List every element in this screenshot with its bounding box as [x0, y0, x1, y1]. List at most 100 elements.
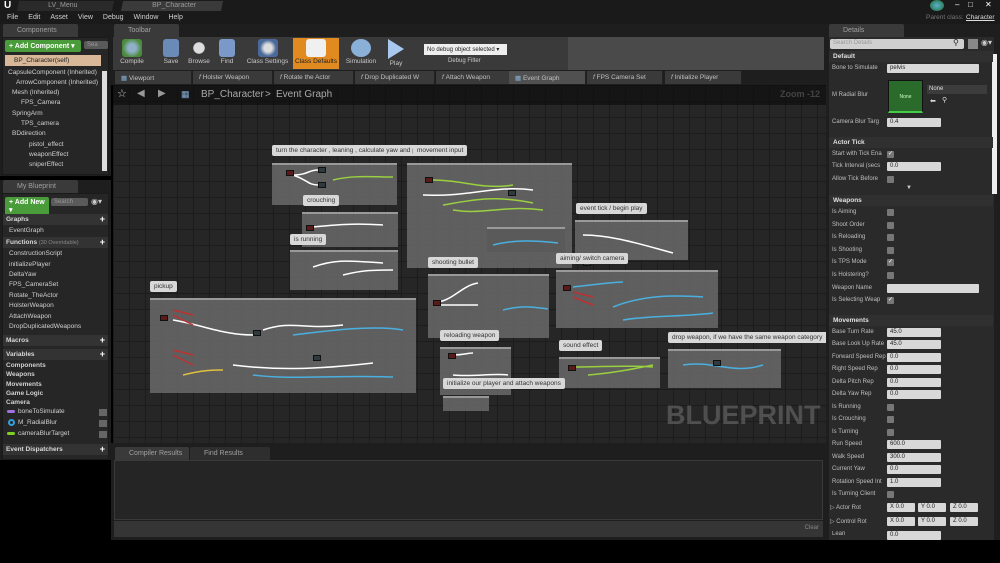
minimize-icon[interactable]: – [955, 0, 959, 9]
class-defaults-button[interactable]: Class Defaults [293, 38, 339, 69]
comment-label[interactable]: aiming/ switch camera [556, 253, 629, 264]
weapon-name-input[interactable] [887, 284, 979, 293]
source-control-icon[interactable] [930, 0, 944, 11]
window-tab-bp-character[interactable]: BP_Character [120, 1, 224, 11]
add-dispatcher-icon[interactable]: + [100, 445, 105, 454]
function-fps-cameraset[interactable]: FPS_CameraSet [9, 281, 58, 288]
tab-initialize-player[interactable]: f Initialize Player [665, 71, 742, 84]
is-tps-mode-checkbox[interactable]: ✓ [887, 259, 894, 266]
event-dispatchers-header[interactable]: Event Dispatchers + [3, 444, 108, 455]
control-rot-x[interactable]: X 0.0 [887, 517, 915, 526]
function-initialize-player[interactable]: initializePlayer [9, 261, 51, 268]
parent-class-link[interactable]: Character [966, 14, 995, 21]
debug-object-select[interactable]: No debug object selected ▾ [424, 44, 507, 55]
graph-node[interactable] [563, 285, 571, 291]
grid-view-icon[interactable] [968, 39, 978, 49]
right-speed-input[interactable]: 0.0 [887, 365, 941, 374]
tab-rotate-the-actor[interactable]: f Rotate the Actor [274, 71, 354, 84]
tick-interval-input[interactable]: 0.0 [887, 162, 941, 171]
component-mesh[interactable]: Mesh (Inherited) [12, 89, 59, 96]
visibility-eye-icon[interactable]: ◉▾ [91, 197, 102, 206]
var-category-components[interactable]: Components [6, 362, 46, 369]
graph-node[interactable] [448, 353, 456, 359]
component-self[interactable]: BP_Character(self) [5, 55, 101, 66]
function-drop-duplicated-weapons[interactable]: DropDuplicatedWeapons [9, 323, 81, 330]
control-rot-row[interactable]: ▷ Control Rot [830, 518, 867, 525]
visibility-toggle-icon[interactable] [99, 431, 107, 438]
visibility-toggle-icon[interactable] [99, 409, 107, 416]
delta-yaw-input[interactable]: 0.0 [887, 390, 941, 399]
base-look-up-rate-input[interactable]: 45.0 [887, 340, 941, 349]
details-scrollbar[interactable] [992, 54, 997, 194]
comment-label[interactable]: event tick / begin play [576, 203, 647, 214]
comment-label[interactable]: movement input [413, 145, 468, 156]
var-category-game-logic[interactable]: Game Logic [6, 390, 43, 397]
comment-label[interactable]: is running [290, 234, 327, 245]
is-holstering-checkbox[interactable] [887, 272, 894, 279]
comment-label[interactable]: sound effect [559, 340, 603, 351]
walk-speed-input[interactable]: 300.0 [887, 453, 941, 462]
components-tab[interactable]: Components [3, 24, 78, 37]
window-tab-lv-menu[interactable]: LV_Menu [16, 1, 115, 11]
compile-button[interactable]: Compile [113, 38, 151, 69]
actor-rot-row[interactable]: ▷ Actor Rot [830, 504, 861, 511]
var-category-camera[interactable]: Camera [6, 399, 30, 406]
clear-button[interactable]: Clear [805, 525, 819, 531]
variable-m-radial-blur[interactable]: M_RadialBlur [18, 419, 57, 426]
blueprint-search-input[interactable]: Search [51, 198, 88, 206]
section-actor-tick[interactable]: Actor Tick [829, 137, 993, 148]
is-turning-checkbox[interactable] [887, 429, 894, 436]
menu-file[interactable]: File [7, 14, 18, 21]
material-thumbnail[interactable]: None [888, 80, 923, 113]
add-graph-icon[interactable]: + [100, 215, 105, 224]
visibility-toggle-icon[interactable] [99, 420, 107, 427]
control-rot-z[interactable]: Z 0.0 [950, 517, 978, 526]
eye-icon[interactable]: ◉▾ [981, 38, 992, 47]
is-crouching-checkbox[interactable] [887, 416, 894, 423]
comment-label[interactable]: initialize our player and attach weapons [443, 378, 565, 389]
tab-viewport[interactable]: ▦ Viewport [115, 71, 192, 84]
add-function-icon[interactable]: + [100, 238, 105, 247]
graph-node[interactable] [253, 330, 261, 336]
expand-advanced-icon[interactable]: ▼ [906, 185, 912, 191]
component-tps-camera[interactable]: TPS_camera [21, 120, 59, 127]
graph-node[interactable] [508, 190, 516, 196]
details-tab[interactable]: Details [829, 24, 904, 37]
var-category-movements[interactable]: Movements [6, 381, 42, 388]
browse-search-icon[interactable]: ⚲ [942, 96, 947, 104]
graph-node[interactable] [568, 365, 576, 371]
is-reloading-checkbox[interactable] [887, 234, 894, 241]
component-springarm[interactable]: SpringArm [12, 110, 43, 117]
function-attach-weapon[interactable]: AttachWeapon [9, 313, 52, 320]
graph-node[interactable] [318, 182, 326, 188]
menu-edit[interactable]: Edit [28, 14, 40, 21]
my-blueprint-tab[interactable]: My Blueprint [3, 180, 78, 193]
function-holster-weapon[interactable]: HolsterWeapon [9, 302, 54, 309]
var-category-weapons[interactable]: Weapons [6, 371, 35, 378]
macros-header[interactable]: Macros + [3, 335, 108, 346]
is-shooting-checkbox[interactable] [887, 247, 894, 254]
graph-node[interactable] [318, 167, 326, 173]
add-component-button[interactable]: + Add Component ▾ [5, 40, 81, 52]
tab-holster-weapon[interactable]: f Holster Weapon [193, 71, 273, 84]
variable-camera-blur-target[interactable]: cameraBlurTarget [18, 430, 69, 437]
find-button[interactable]: Find [208, 38, 246, 69]
menu-asset[interactable]: Asset [50, 14, 68, 21]
menu-view[interactable]: View [78, 14, 93, 21]
menu-window[interactable]: Window [134, 14, 159, 21]
actor-rot-y[interactable]: Y 0.0 [918, 503, 946, 512]
graph-node[interactable] [286, 170, 294, 176]
variables-header[interactable]: Variables + [3, 349, 108, 360]
add-variable-icon[interactable]: + [100, 350, 105, 359]
toolbar-tab[interactable]: Toolbar [114, 24, 179, 37]
shoot-order-checkbox[interactable] [887, 222, 894, 229]
simulation-button[interactable]: Simulation [342, 38, 380, 69]
menu-help[interactable]: Help [168, 14, 182, 21]
is-selecting-weapon-checkbox[interactable]: ✓ [887, 297, 894, 304]
base-turn-rate-input[interactable]: 45.0 [887, 328, 941, 337]
actor-rot-x[interactable]: X 0.0 [887, 503, 915, 512]
function-delta-yaw[interactable]: DeltaYaw [9, 271, 36, 278]
comment-label[interactable]: pickup [150, 281, 177, 292]
add-macro-icon[interactable]: + [100, 336, 105, 345]
class-settings-button[interactable]: Class Settings [245, 38, 290, 69]
